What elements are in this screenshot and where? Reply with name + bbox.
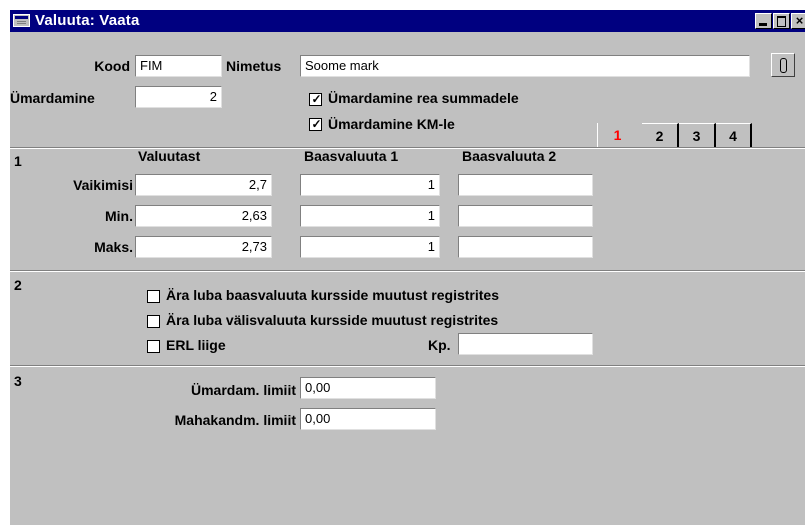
divider — [10, 148, 805, 149]
kood-field[interactable]: FIM — [135, 55, 222, 77]
title-bar[interactable]: Valuuta: Vaata × — [10, 10, 805, 32]
minimize-icon — [759, 23, 767, 26]
kp-label: Kp. — [428, 337, 451, 353]
umardamine-label: Ümardamine — [10, 90, 95, 106]
attachment-button[interactable] — [771, 53, 795, 77]
vaikimisi-baasvaluuta-1-field[interactable]: 1 — [300, 174, 440, 196]
kood-label: Kood — [94, 58, 130, 74]
divider — [10, 271, 805, 272]
checkmark-icon: ✓ — [311, 92, 322, 106]
tab-3[interactable]: 3 — [679, 123, 716, 149]
window-app-icon[interactable] — [13, 14, 30, 27]
maks-baasvaluuta-2-field[interactable] — [458, 236, 593, 258]
vaikimisi-baasvaluuta-2-field[interactable] — [458, 174, 593, 196]
maks-valuutast-field[interactable]: 2,73 — [135, 236, 272, 258]
tab-1[interactable]: 1 — [597, 123, 637, 149]
mahakandm-limiit-label: Mahakandm. limiit — [174, 412, 296, 428]
window-title: Valuuta: Vaata — [35, 12, 140, 29]
checkbox-rea-summadele-label: Ümardamine rea summadele — [328, 90, 519, 106]
umardamine-field[interactable]: 2 — [135, 86, 222, 108]
maks-baasvaluuta-1-field[interactable]: 1 — [300, 236, 440, 258]
mahakandm-limiit-field[interactable]: 0,00 — [300, 408, 436, 430]
section-1-number: 1 — [14, 153, 22, 169]
min-baasvaluuta-2-field[interactable] — [458, 205, 593, 227]
vaikimisi-valuutast-field[interactable]: 2,7 — [135, 174, 272, 196]
section-3-number: 3 — [14, 373, 22, 389]
nimetus-field[interactable]: Soome mark — [300, 55, 750, 77]
min-baasvaluuta-1-field[interactable]: 1 — [300, 205, 440, 227]
paperclip-icon — [780, 58, 787, 73]
close-icon: × — [795, 13, 804, 28]
umardam-limiit-field[interactable]: 0,00 — [300, 377, 436, 399]
window: Valuuta: Vaata × Kood FIM Nimetus Soome … — [10, 10, 805, 525]
tab-4[interactable]: 4 — [716, 123, 752, 149]
kp-field[interactable] — [458, 333, 593, 355]
checkbox-baasvaluuta-kurss-label: Ära luba baasvaluuta kursside muutust re… — [166, 287, 499, 303]
minimize-button[interactable] — [755, 13, 772, 29]
row-label-vaikimisi: Vaikimisi — [73, 177, 133, 193]
row-label-min: Min. — [105, 208, 133, 224]
checkbox-km-le[interactable]: ✓ — [309, 117, 322, 131]
checkbox-valisvaluuta-kurss[interactable] — [147, 315, 160, 328]
tab-2[interactable]: 2 — [642, 123, 679, 149]
maximize-button[interactable] — [773, 13, 790, 29]
section-2-number: 2 — [14, 277, 22, 293]
checkbox-erl-liige[interactable] — [147, 340, 160, 353]
maximize-icon — [777, 16, 786, 27]
min-valuutast-field[interactable]: 2,63 — [135, 205, 272, 227]
divider — [10, 366, 805, 367]
checkbox-rea-summadele[interactable]: ✓ — [309, 92, 322, 106]
column-header-valuutast: Valuutast — [138, 148, 201, 164]
nimetus-label: Nimetus — [226, 58, 282, 74]
close-button[interactable]: × — [791, 13, 805, 29]
checkmark-icon: ✓ — [311, 117, 322, 131]
checkbox-km-le-label: Ümardamine KM-le — [328, 116, 455, 132]
checkbox-valisvaluuta-kurss-label: Ära luba välisvaluuta kursside muutust r… — [166, 312, 499, 328]
row-label-maks: Maks. — [94, 239, 133, 255]
column-header-baasvaluuta-1: Baasvaluuta 1 — [304, 148, 399, 164]
column-header-baasvaluuta-2: Baasvaluuta 2 — [462, 148, 557, 164]
checkbox-erl-liige-label: ERL liige — [166, 337, 226, 353]
umardam-limiit-label: Ümardam. limiit — [190, 382, 296, 398]
checkbox-baasvaluuta-kurss[interactable] — [147, 290, 160, 303]
